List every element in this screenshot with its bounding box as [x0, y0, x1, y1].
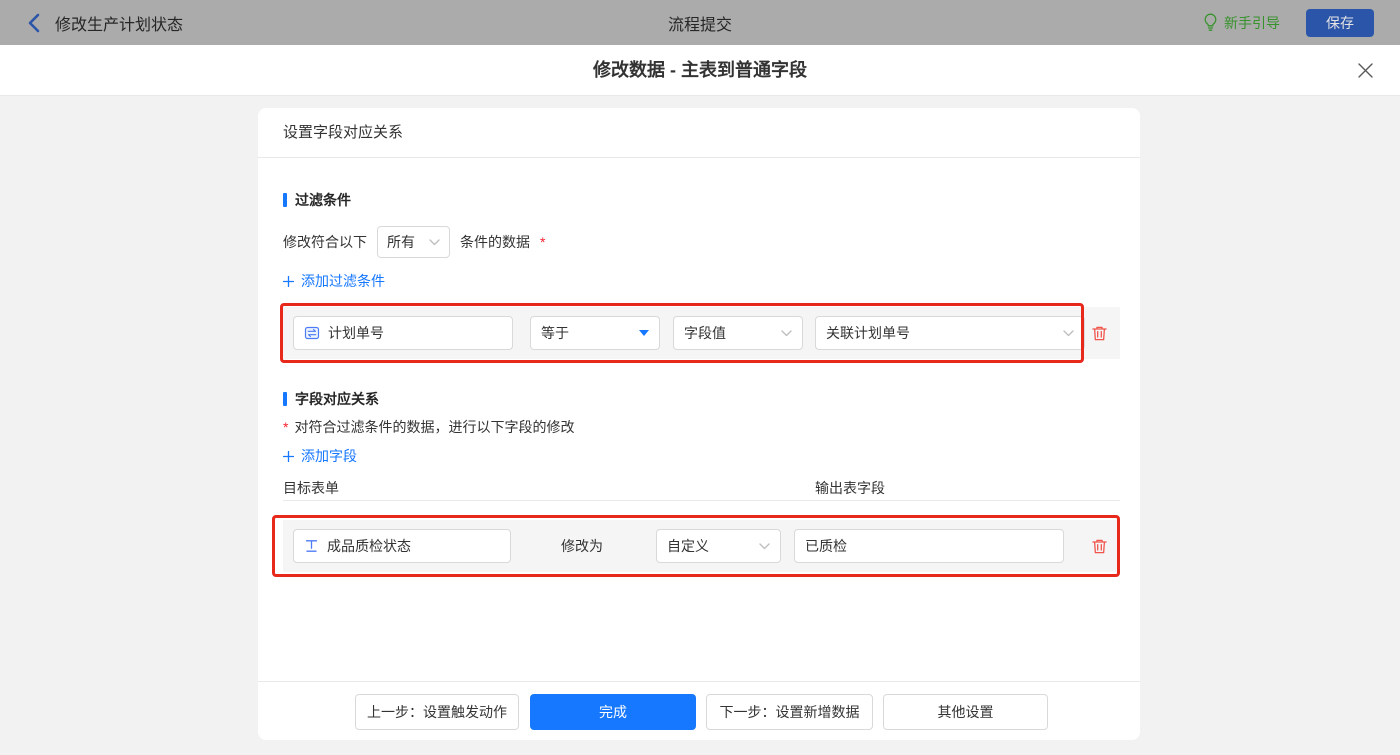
chevron-down-icon	[429, 239, 440, 246]
target-field-value: 成品质检状态	[327, 536, 411, 556]
serial-number-icon	[304, 325, 320, 341]
mapping-description: * 对符合过滤条件的数据，进行以下字段的修改	[283, 417, 574, 437]
close-icon[interactable]	[1357, 62, 1374, 79]
beginner-guide-button[interactable]: 新手引导	[1203, 13, 1280, 33]
section-bar-icon	[283, 392, 287, 406]
filter-match-row: 修改符合以下 所有 条件的数据 *	[283, 226, 545, 258]
filter-section-label: 过滤条件	[295, 190, 351, 210]
card-header-title: 设置字段对应关系	[258, 108, 1140, 158]
match-mode-value: 所有	[387, 232, 415, 252]
mapping-section-label: 字段对应关系	[295, 389, 379, 409]
other-settings-button[interactable]: 其他设置	[883, 694, 1048, 730]
match-mode-select[interactable]: 所有	[377, 226, 450, 258]
lightbulb-icon	[1203, 13, 1218, 32]
chevron-down-icon	[759, 543, 770, 550]
next-step-button[interactable]: 下一步：设置新增数据	[706, 694, 873, 730]
value-mode-value: 自定义	[667, 536, 709, 556]
beginner-guide-label: 新手引导	[1224, 13, 1280, 33]
caret-down-icon	[639, 330, 649, 336]
modal-body: 设置字段对应关系 过滤条件 修改符合以下 所有 条件的数据 * 添加过滤条件	[0, 96, 1400, 755]
field-mapping-card: 设置字段对应关系 过滤条件 修改符合以下 所有 条件的数据 * 添加过滤条件	[258, 108, 1140, 740]
delete-mapping-trash-icon[interactable]	[1091, 538, 1108, 555]
chevron-down-icon	[1063, 330, 1074, 337]
filter-condition-row: 计划单号 等于 字段值 关联计划单号	[283, 307, 1120, 359]
add-field-link[interactable]: 添加字段	[283, 446, 357, 466]
target-form-column-header: 目标表单	[283, 478, 339, 498]
condition-operator-value: 等于	[541, 323, 569, 343]
condition-field-value: 计划单号	[328, 323, 384, 343]
section-bar-icon	[283, 193, 287, 207]
required-asterisk: *	[283, 419, 288, 435]
match-prefix-label: 修改符合以下	[283, 232, 367, 252]
prev-step-button[interactable]: 上一步：设置触发动作	[355, 694, 519, 730]
modal-title: 修改数据 - 主表到普通字段	[0, 45, 1400, 95]
target-field-select[interactable]: 成品质检状态	[293, 529, 511, 563]
value-mode-select[interactable]: 自定义	[656, 529, 781, 563]
plus-icon	[283, 451, 294, 462]
add-field-label: 添加字段	[301, 446, 357, 466]
chevron-down-icon	[781, 330, 792, 337]
flow-submit-tab: 流程提交	[0, 11, 1400, 35]
mapping-section-title: 字段对应关系	[283, 389, 379, 409]
modal-header: 修改数据 - 主表到普通字段	[0, 45, 1400, 96]
plus-icon	[283, 276, 294, 287]
condition-value-field-select[interactable]: 关联计划单号	[815, 316, 1085, 350]
condition-field-select[interactable]: 计划单号	[293, 316, 513, 350]
mapping-description-text: 对符合过滤条件的数据，进行以下字段的修改	[294, 417, 574, 437]
modify-to-label: 修改为	[561, 536, 603, 556]
filter-section-title: 过滤条件	[283, 190, 351, 210]
column-divider	[283, 500, 1120, 501]
text-field-icon	[304, 538, 319, 554]
back-icon[interactable]	[27, 13, 40, 33]
condition-value-field-value: 关联计划单号	[826, 323, 910, 343]
delete-condition-trash-icon[interactable]	[1091, 325, 1108, 342]
required-asterisk: *	[540, 234, 545, 250]
condition-value-type-value: 字段值	[684, 323, 726, 343]
add-filter-condition-label: 添加过滤条件	[301, 271, 385, 291]
match-suffix-label: 条件的数据	[460, 232, 530, 252]
custom-value-input[interactable]	[794, 529, 1064, 563]
page-title: 修改生产计划状态	[55, 11, 183, 35]
save-button[interactable]: 保存	[1306, 9, 1374, 37]
output-field-column-header: 输出表字段	[815, 478, 885, 498]
done-button[interactable]: 完成	[530, 694, 696, 730]
add-filter-condition-link[interactable]: 添加过滤条件	[283, 271, 385, 291]
condition-operator-select[interactable]: 等于	[530, 316, 660, 350]
topbar: 修改生产计划状态 流程提交 新手引导 保存	[0, 0, 1400, 45]
condition-value-type-select[interactable]: 字段值	[673, 316, 803, 350]
field-mapping-row: 成品质检状态 修改为 自定义	[283, 520, 1120, 572]
